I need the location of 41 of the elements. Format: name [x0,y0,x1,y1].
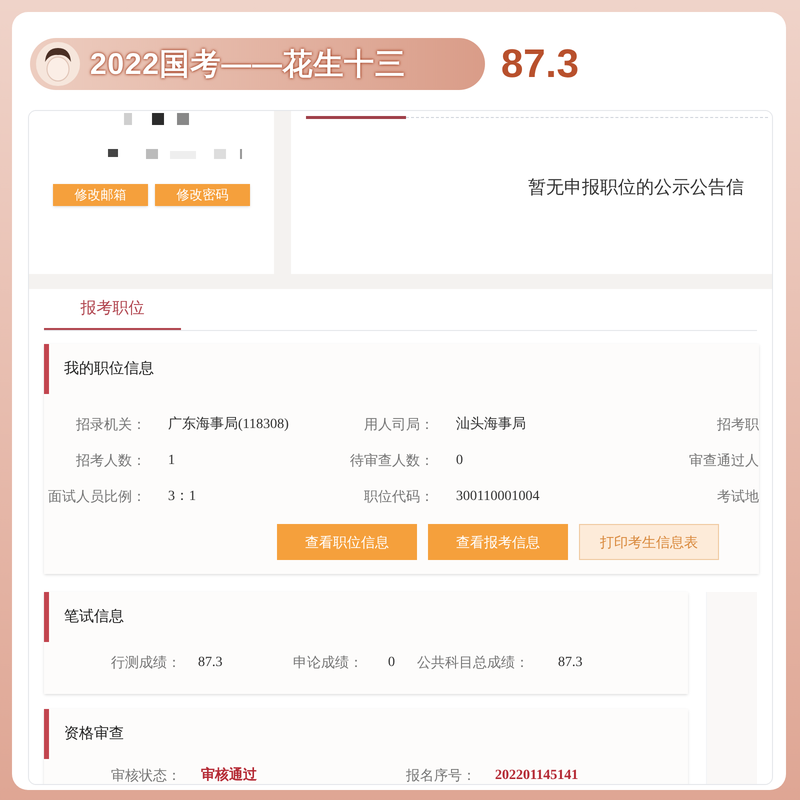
avatar-icon [36,42,80,86]
banner-title: 2022国考——花生十三 [90,46,406,82]
action-button[interactable]: 打印考生信息表 [579,524,719,560]
field-value: 3：1 [167,488,197,506]
field-label: 申论成绩： [292,653,363,672]
field-label: 职位代码： [363,486,434,506]
field-label: 考试地 [716,486,759,506]
section-title: 资格审查 [64,724,124,744]
field-label: 公共科目总成绩： [416,653,529,672]
section-title: 笔试信息 [64,606,124,627]
field-value: 300110001004 [455,488,540,506]
field-label: 招考人数： [75,450,146,470]
field-label: 报名序号： [405,766,476,784]
field-value: 审核通过 [201,766,257,784]
notice-message: 暂无申报职位的公示公告信 [528,176,745,199]
section-marker [44,709,49,759]
field-label: 审查通过人 [688,450,759,470]
field-label: 招录机关： [75,414,146,434]
field-value: 汕头海事局 [455,416,527,434]
action-button[interactable]: 查看职位信息 [277,524,417,560]
field-label: 待审查人数： [349,450,434,470]
field-label: 招考职 [716,414,759,434]
field-value: 202201145141 [495,767,578,784]
section-title: 我的职位信息 [64,358,154,379]
field-label: 用人司局： [363,414,434,434]
field-value: 87.3 [558,654,582,672]
field-value: 0 [388,654,395,672]
field-label: 行测成绩： [110,653,181,672]
field-value: 广东海事局(118308) [167,415,290,434]
account-button[interactable]: 修改密码 [155,184,250,206]
field-label: 审核状态： [110,766,181,784]
score-text: 87.3 [501,41,579,88]
field-value: 1 [167,452,176,470]
tab[interactable]: 报考职位 [44,290,181,330]
field-value: 0 [455,452,464,470]
section-marker [44,592,49,642]
account-button[interactable]: 修改邮箱 [53,184,148,206]
action-button[interactable]: 查看报考信息 [428,524,568,560]
field-value: 87.3 [198,654,222,672]
field-label: 面试人员比例： [47,486,146,506]
section-marker [44,344,49,394]
